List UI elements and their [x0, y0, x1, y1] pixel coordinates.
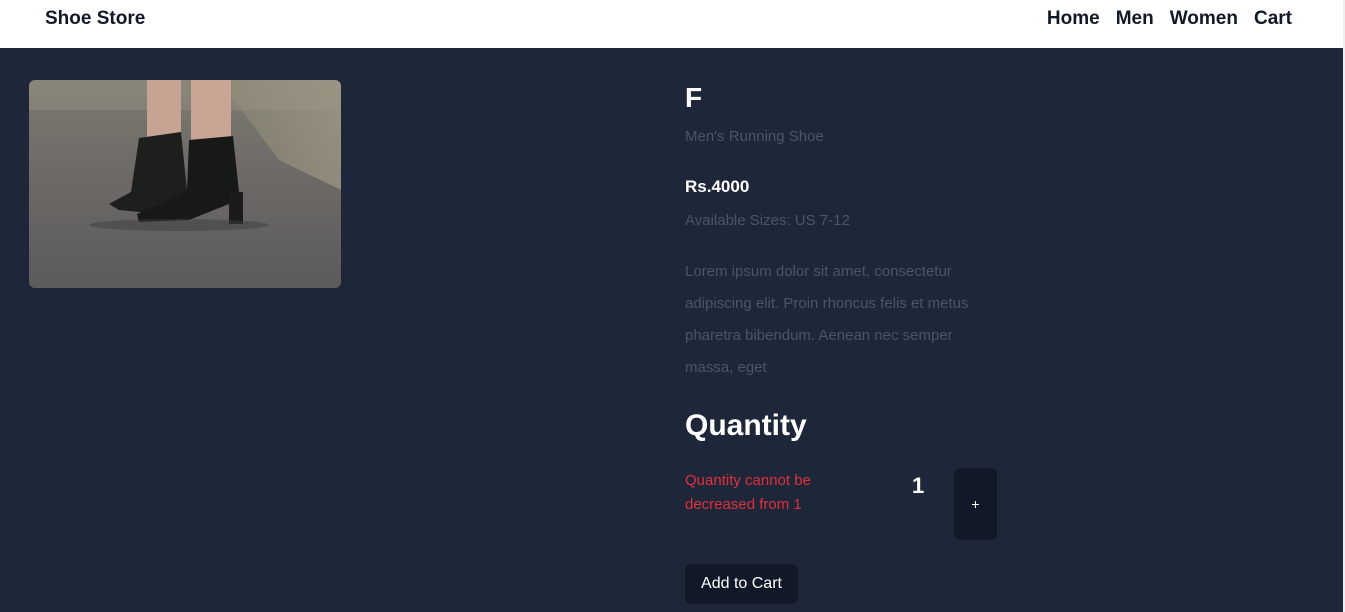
product-photo — [29, 80, 341, 288]
nav-links: Home Men Women Cart — [1047, 8, 1292, 30]
product-price: Rs.4000 — [685, 177, 750, 196]
nav-link-home[interactable]: Home — [1047, 8, 1100, 30]
navbar: Shoe Store Home Men Women Cart — [0, 0, 1343, 48]
add-to-cart-button[interactable]: Add to Cart — [685, 564, 798, 604]
quantity-heading: Quantity — [685, 409, 807, 442]
quantity-error-message: Quantity cannot be decreased from 1 — [685, 472, 811, 513]
brand-logo[interactable]: Shoe Store — [45, 8, 145, 30]
quantity-value: 1 — [912, 473, 925, 498]
product-subtitle: Men's Running Shoe — [685, 128, 824, 145]
nav-link-men[interactable]: Men — [1116, 8, 1154, 30]
nav-link-women[interactable]: Women — [1170, 8, 1238, 30]
product-name: F — [685, 82, 703, 113]
quantity-increase-button[interactable]: + — [954, 468, 997, 540]
product-image — [29, 80, 341, 288]
product-sizes: Available Sizes: US 7-12 — [685, 212, 850, 229]
nav-link-cart[interactable]: Cart — [1254, 8, 1292, 30]
product-description: Lorem ipsum dolor sit amet, consectetur … — [685, 263, 969, 376]
